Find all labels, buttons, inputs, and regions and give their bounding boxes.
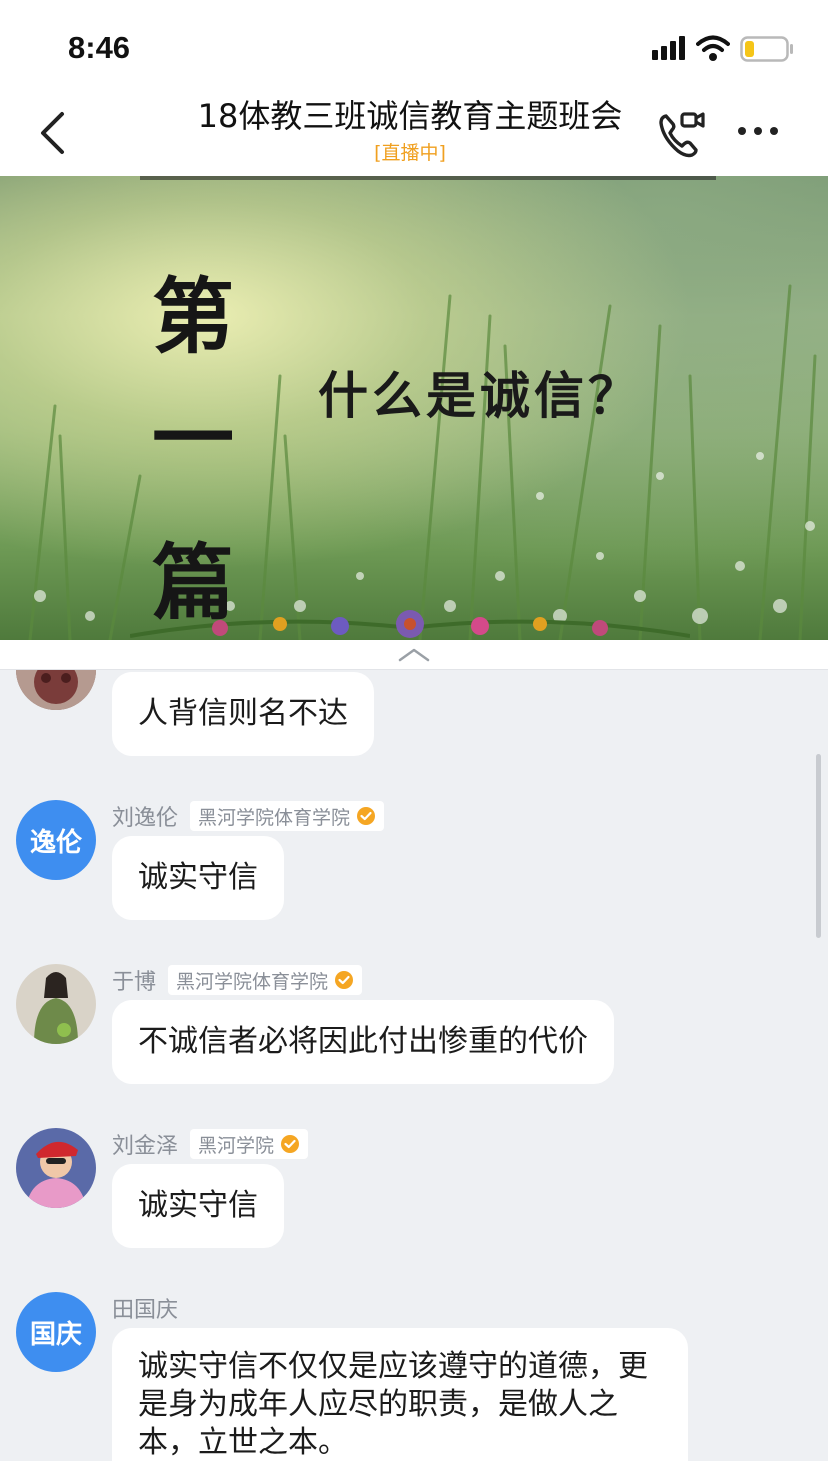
avatar[interactable]: 逸伦 [16,800,96,880]
sender-org-label: 黑河学院 [198,1134,275,1157]
slide-question: 什么是诚信？ [318,366,642,425]
more-dots-icon [738,127,778,135]
sender-org-tag: 黑河学院 [190,1129,309,1159]
cellular-signal-icon [652,36,685,60]
sender-info: 刘逸伦 黑河学院体育学院 [112,800,385,832]
sender-info: 于博 黑河学院体育学院 [112,964,363,996]
sender-name: 于博 [112,970,157,995]
status-time: 8:46 [68,30,131,65]
sender-org-tag: 黑河学院体育学院 [168,965,363,995]
page-title: 18体教三班诚信教育主题班会 [197,97,623,135]
message-bubble[interactable]: 人背信则名不达 [112,672,374,756]
more-button[interactable] [734,116,782,146]
sender-name: 刘逸伦 [112,806,179,831]
sender-name: 田国庆 [112,1298,179,1323]
flower-border-decoration [130,610,690,638]
user-avatar-image [16,670,96,710]
video-call-icon [659,112,705,158]
sender-org-label: 黑河学院体育学院 [176,970,329,993]
wifi-icon [696,35,730,61]
nav-header: 18体教三班诚信教育主题班会 [直播中] [0,92,828,176]
call-button[interactable] [656,108,708,160]
live-status-label: [直播中] [374,142,446,164]
chevron-left-icon [41,112,64,154]
slide-title-char: 第 [152,269,235,365]
status-bar: 8:46 [0,0,828,92]
avatar[interactable] [16,964,96,1044]
message-bubble[interactable]: 不诚信者必将因此付出惨重的代价 [112,1000,614,1084]
sender-name: 刘金泽 [112,1134,179,1159]
user-avatar-image [16,1128,96,1208]
verified-badge-icon [335,971,354,989]
message-bubble[interactable]: 诚实守信 [112,1164,284,1248]
message-bubble[interactable]: 诚实守信 [112,836,284,920]
avatar[interactable] [16,670,96,710]
sender-info: 田国庆 [112,1292,190,1324]
chevron-up-icon [398,648,430,662]
battery-icon [740,36,793,62]
collapse-video-handle[interactable] [0,640,828,670]
live-video-player[interactable]: 第 一 篇 什么是诚信？ [0,176,828,640]
back-button[interactable] [30,108,74,158]
avatar[interactable]: 国庆 [16,1292,96,1372]
chat-message-list[interactable]: 人背信则名不达 逸伦 刘逸伦 黑河学院体育学院 诚实守信 于博 黑河学院体育学院… [0,670,828,1461]
user-avatar-image [16,964,96,1044]
sender-org-tag: 黑河学院体育学院 [190,801,385,831]
sender-org-label: 黑河学院体育学院 [198,806,351,829]
message-bubble[interactable]: 诚实守信不仅仅是应该遵守的道德，更是身为成年人应尽的职责，是做人之本，立世之本。 [112,1328,688,1461]
avatar[interactable] [16,1128,96,1208]
sender-info: 刘金泽 黑河学院 [112,1128,309,1160]
verified-badge-icon [281,1135,300,1153]
scrollbar[interactable] [816,754,821,938]
slide-title-char: 一 [152,391,235,487]
verified-badge-icon [357,807,376,825]
